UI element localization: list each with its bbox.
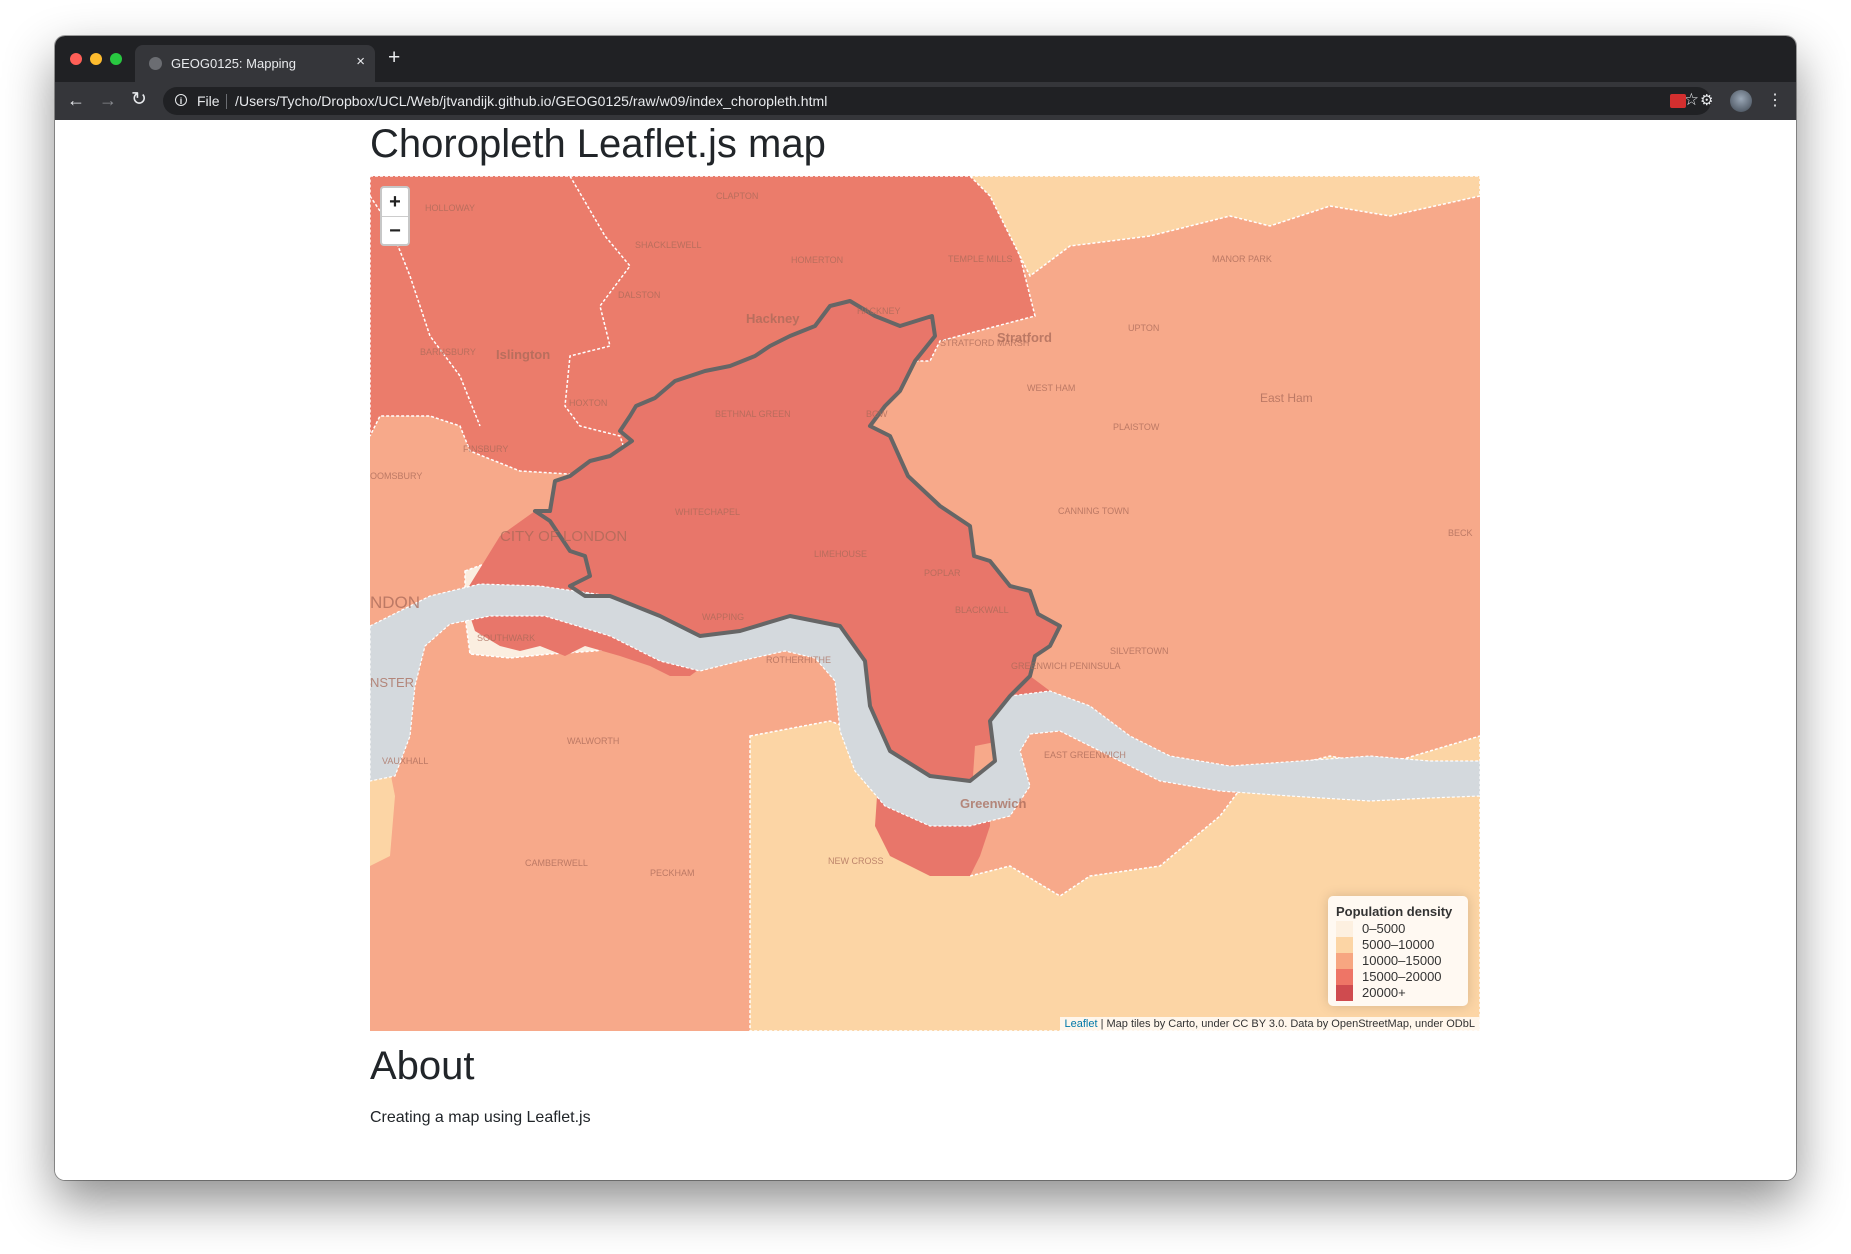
place-label: HOLLOWAY <box>425 203 475 213</box>
legend-swatch <box>1336 937 1353 953</box>
about-text: Creating a map using Leaflet.js <box>370 1109 591 1126</box>
zoom-control: + − <box>380 186 410 246</box>
address-bar[interactable]: i File /Users/Tycho/Dropbox/UCL/Web/jtva… <box>163 87 1711 115</box>
legend-label: 20000+ <box>1362 985 1406 1000</box>
legend-label: 0–5000 <box>1362 921 1406 936</box>
window-close-button[interactable] <box>70 53 82 65</box>
file-scheme-label: File <box>197 93 220 109</box>
place-label: BETHNAL GREEN <box>715 409 791 419</box>
legend-label: 10000–15000 <box>1362 953 1442 968</box>
about-heading: About <box>370 1044 475 1088</box>
profile-avatar[interactable] <box>1730 90 1752 112</box>
place-label: CANNING TOWN <box>1058 506 1129 516</box>
place-label: BARNSBURY <box>420 347 476 357</box>
page-title: Choropleth Leaflet.js map <box>370 122 826 166</box>
place-label: HACKNEY <box>857 306 901 316</box>
zoom-out-button[interactable]: − <box>382 217 408 245</box>
title-bar: GEOG0125: Mapping × + <box>55 36 1796 82</box>
window-minimize-button[interactable] <box>90 53 102 65</box>
place-label: PLAISTOW <box>1113 422 1160 432</box>
place-label: LIMEHOUSE <box>814 549 867 559</box>
bookmark-star-icon[interactable]: ☆ <box>1684 90 1699 110</box>
place-label: PECKHAM <box>650 868 695 878</box>
place-label: NDON <box>370 593 420 612</box>
zoom-in-button[interactable]: + <box>382 188 408 217</box>
map-legend: Population density 0–5000 5000–10000 100… <box>1328 896 1468 1006</box>
place-label: WHITECHAPEL <box>675 507 740 517</box>
place-label: BECK <box>1448 528 1473 538</box>
place-label: POPLAR <box>924 568 961 578</box>
browser-toolbar: ← → ↻ i File /Users/Tycho/Dropbox/UCL/We… <box>55 82 1796 120</box>
place-label: VAUXHALL <box>382 756 428 766</box>
place-label: MANOR PARK <box>1212 254 1272 264</box>
page-content: Choropleth Leaflet.js map HOLLOWAY CLAPT… <box>55 120 1796 1180</box>
place-label: HOMERTON <box>791 255 843 265</box>
place-label: BLACKWALL <box>955 605 1009 615</box>
place-label: WAPPING <box>702 612 744 622</box>
forward-arrow-icon[interactable]: → <box>99 90 117 110</box>
place-label: HOXTON <box>569 398 607 408</box>
place-label: ROTHERHITHE <box>766 655 831 665</box>
place-label: SILVERTOWN <box>1110 646 1169 656</box>
leaflet-map[interactable]: HOLLOWAY CLAPTON SHACKLEWELL HOMERTON TE… <box>370 176 1480 1031</box>
window-maximize-button[interactable] <box>110 53 122 65</box>
place-label: OOMSBURY <box>370 471 422 481</box>
place-label: SHACKLEWELL <box>635 240 702 250</box>
url-text[interactable]: /Users/Tycho/Dropbox/UCL/Web/jtvandijk.g… <box>235 93 827 109</box>
place-label: NEW CROSS <box>828 856 884 866</box>
place-label: DALSTON <box>618 290 660 300</box>
back-arrow-icon[interactable]: ← <box>67 90 85 110</box>
place-label: WALWORTH <box>567 736 619 746</box>
reload-icon[interactable]: ↻ <box>131 90 147 110</box>
globe-icon <box>149 57 162 70</box>
legend-label: 5000–10000 <box>1362 937 1435 952</box>
extension-icon[interactable] <box>1670 94 1686 108</box>
divider <box>226 94 227 109</box>
place-label: NSTER <box>370 675 414 690</box>
legend-swatch <box>1336 921 1353 937</box>
legend-swatch <box>1336 985 1353 1001</box>
place-label: Hackney <box>746 311 800 326</box>
place-label: Stratford <box>997 330 1052 345</box>
place-label: CITY OF LONDON <box>500 528 627 545</box>
menu-kebab-icon[interactable]: ⋮ <box>1767 90 1783 110</box>
browser-window: GEOG0125: Mapping × + ← → ↻ i File /User… <box>55 36 1796 1180</box>
place-label: CLAPTON <box>716 191 758 201</box>
place-label: BOW <box>866 409 888 419</box>
place-label: UPTON <box>1128 323 1159 333</box>
map-canvas[interactable]: HOLLOWAY CLAPTON SHACKLEWELL HOMERTON TE… <box>370 176 1480 1031</box>
place-label: SOUTHWARK <box>477 633 535 643</box>
new-tab-button[interactable]: + <box>388 47 400 68</box>
info-icon[interactable]: i <box>175 94 187 106</box>
legend-title: Population density <box>1336 904 1453 919</box>
legend-swatch <box>1336 953 1353 969</box>
place-label: EAST GREENWICH <box>1044 750 1126 760</box>
place-label: CAMBERWELL <box>525 858 588 868</box>
place-label: Islington <box>496 347 550 362</box>
place-label: TEMPLE MILLS <box>948 254 1013 264</box>
tab-close-icon[interactable]: × <box>356 53 365 70</box>
legend-swatch <box>1336 969 1353 985</box>
place-label: WEST HAM <box>1027 383 1075 393</box>
puzzle-extensions-icon[interactable]: ⚙ <box>1700 91 1713 109</box>
browser-tab[interactable]: GEOG0125: Mapping × <box>135 45 375 82</box>
legend-label: 15000–20000 <box>1362 969 1442 984</box>
place-label: GREENWICH PENINSULA <box>1011 661 1121 671</box>
map-attribution: Leaflet | Map tiles by Carto, under CC B… <box>1059 1017 1480 1031</box>
place-label: East Ham <box>1260 391 1313 405</box>
place-label: Greenwich <box>960 796 1027 811</box>
attribution-text: | Map tiles by Carto, under CC BY 3.0. D… <box>1097 1018 1475 1030</box>
leaflet-link[interactable]: Leaflet <box>1065 1018 1098 1030</box>
tab-title: GEOG0125: Mapping <box>171 56 297 71</box>
place-label: FINSBURY <box>463 444 508 454</box>
